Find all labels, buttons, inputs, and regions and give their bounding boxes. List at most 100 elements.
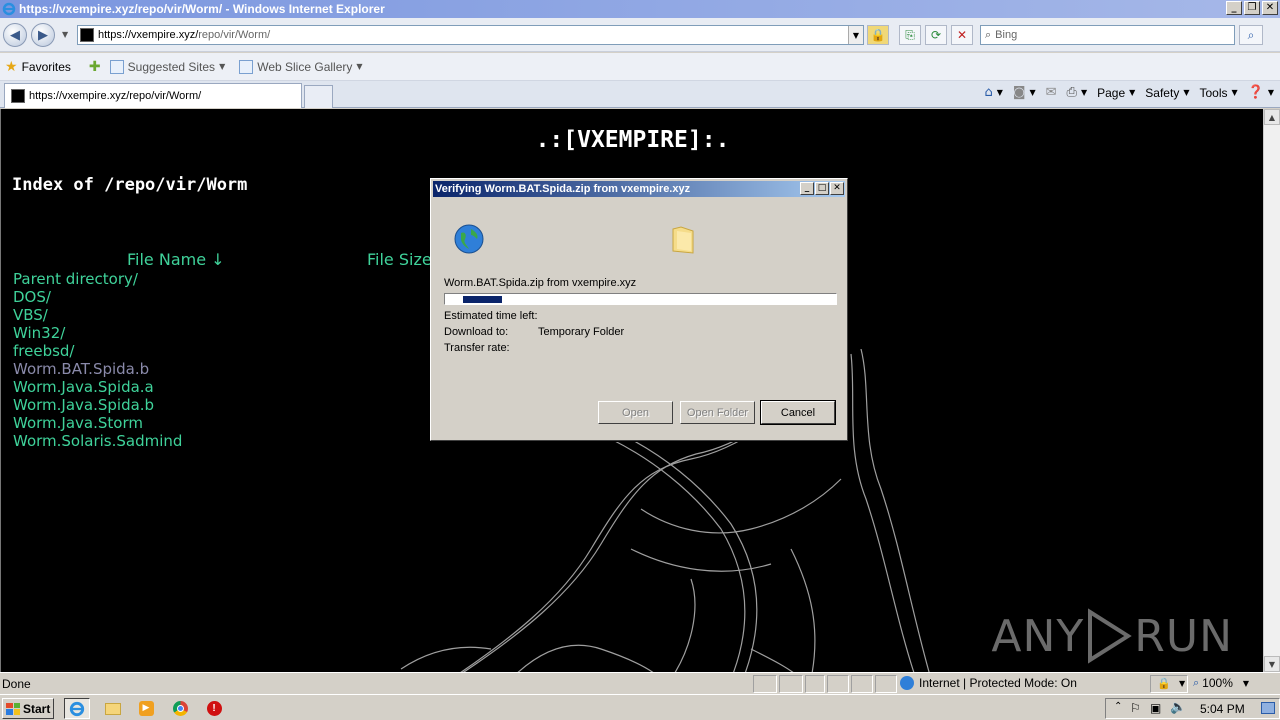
search-icon: ⌕ <box>985 28 992 41</box>
magnifier-icon: ⌕ <box>1247 27 1255 42</box>
list-item[interactable]: Worm.Java.Storm <box>13 414 182 432</box>
suggested-sites-button[interactable]: Suggested Sites ▼ <box>109 59 226 74</box>
watermark-right: RUN <box>1134 610 1233 662</box>
taskbar-security-app-button[interactable]: ! <box>201 698 227 719</box>
list-item[interactable]: Parent directory/ <box>13 270 182 288</box>
stop-icon[interactable]: ✕ <box>951 25 973 45</box>
minimize-button[interactable]: _ <box>1226 1 1242 15</box>
chevron-down-icon: ▼ <box>1080 88 1088 97</box>
scroll-down-button[interactable]: ▼ <box>1264 656 1280 672</box>
back-button[interactable]: ◀ <box>3 23 27 47</box>
taskbar-media-player-button[interactable]: ▶ <box>133 698 159 719</box>
tray-expand-icon[interactable]: ⌃ <box>1114 701 1122 712</box>
restore-button[interactable]: ❐ <box>1244 1 1260 15</box>
list-item[interactable]: VBS/ <box>13 306 182 324</box>
print-button[interactable]: ⎙ ▼ <box>1067 85 1088 100</box>
forward-arrow-icon: ▶ <box>38 27 48 43</box>
column-header-file-size[interactable]: File Size <box>367 250 432 269</box>
feeds-button[interactable]: ◙ ▼ <box>1013 85 1036 100</box>
dialog-minimize-button[interactable]: _ <box>800 182 814 195</box>
list-item[interactable]: Win32/ <box>13 324 182 342</box>
zoom-control[interactable]: ⌕ 100% ▼ <box>1193 676 1249 690</box>
chevron-down-icon: ▼ <box>1242 678 1250 688</box>
lock-icon[interactable]: 🔒 <box>867 25 889 45</box>
start-label: Start <box>23 701 51 716</box>
address-dropdown-icon[interactable]: ▼ <box>848 26 863 44</box>
taskbar-ie-button[interactable] <box>64 698 90 719</box>
estimated-time-label: Estimated time left: <box>444 310 538 322</box>
list-item[interactable]: freebsd/ <box>13 342 182 360</box>
file-listing: Parent directory/ DOS/ VBS/ Win32/ freeb… <box>13 270 182 450</box>
search-button[interactable]: ⌕ <box>1239 25 1263 45</box>
list-item[interactable]: Worm.BAT.Spida.b <box>13 360 182 378</box>
help-button[interactable]: ❓ ▼ <box>1248 85 1274 100</box>
taskbar: Start ▶ ! ⌃ ⚐ ▣ 🔈 5:04 PM <box>0 694 1280 720</box>
dialog-maximize-button[interactable]: □ <box>815 182 829 195</box>
web-slice-gallery-button[interactable]: Web Slice Gallery ▼ <box>239 59 363 74</box>
protected-mode-cell[interactable]: 🔒 ▼ <box>1150 675 1188 693</box>
new-tab-button[interactable] <box>304 85 333 108</box>
show-desktop-icon[interactable] <box>1261 702 1275 714</box>
network-icon[interactable]: ▣ <box>1150 701 1161 715</box>
vertical-scrollbar[interactable]: ▲ ▼ <box>1263 109 1280 672</box>
printer-icon: ⎙ <box>1066 85 1077 100</box>
status-cell <box>753 675 777 693</box>
tools-menu[interactable]: Tools ▼ <box>1199 86 1237 100</box>
dialog-titlebar: Verifying Worm.BAT.Spida.zip from vxempi… <box>433 181 845 197</box>
column-header-file-name[interactable]: File Name ↓ <box>127 250 225 269</box>
dialog-close-button[interactable]: ✕ <box>830 182 844 195</box>
globe-icon <box>454 224 484 254</box>
mail-button[interactable]: ✉ <box>1046 85 1057 100</box>
ie-icon <box>2 2 16 16</box>
cancel-button[interactable]: Cancel <box>760 400 836 425</box>
address-url: https://vxempire.xyz/repo/vir/Worm/ <box>98 29 270 41</box>
window-controls: _ ❐ ✕ <box>1226 1 1278 15</box>
refresh-icon[interactable]: ⟳ <box>925 25 947 45</box>
ie-page-icon <box>239 59 254 74</box>
search-input[interactable]: ⌕ Bing <box>980 25 1235 45</box>
list-item[interactable]: Worm.Java.Spida.b <box>13 396 182 414</box>
page-menu-label: Page <box>1097 85 1126 100</box>
taskbar-chrome-button[interactable] <box>167 698 193 719</box>
security-zone[interactable]: Internet | Protected Mode: On <box>900 676 1077 690</box>
download-to-row: Download to: Temporary Folder <box>444 326 624 338</box>
close-button[interactable]: ✕ <box>1262 1 1278 15</box>
address-toolbar: ◀ ▶ ▼ https://vxempire.xyz/repo/vir/Worm… <box>0 18 1280 52</box>
url-host: https://vxempire.xyz/ <box>98 29 199 41</box>
favorites-button[interactable]: ★ Favorites <box>5 59 71 75</box>
lock-small-icon: 🔒 <box>1157 677 1171 690</box>
home-button[interactable]: ⌂ ▼ <box>984 85 1002 100</box>
status-cell <box>875 675 897 693</box>
start-button[interactable]: Start <box>2 698 54 719</box>
safety-menu[interactable]: Safety ▼ <box>1145 86 1189 100</box>
chevron-down-icon: ▼ <box>1179 679 1186 688</box>
chevron-down-icon: ▼ <box>996 88 1003 97</box>
list-item[interactable]: DOS/ <box>13 288 182 306</box>
history-dropdown-icon[interactable]: ▼ <box>62 30 68 39</box>
list-item[interactable]: Worm.Java.Spida.a <box>13 378 182 396</box>
system-tray: ⌃ ⚐ ▣ 🔈 5:04 PM <box>1105 698 1280 719</box>
chevron-down-icon: ▼ <box>219 62 226 71</box>
open-button[interactable]: Open <box>598 401 673 424</box>
anyrun-watermark: ANY RUN <box>991 608 1233 664</box>
open-folder-button[interactable]: Open Folder <box>680 401 755 424</box>
tab-current[interactable]: https://vxempire.xyz/repo/vir/Worm/ <box>4 83 302 108</box>
compatibility-icon[interactable]: ⎘ <box>899 25 921 45</box>
windows-logo-icon <box>6 702 20 715</box>
scroll-up-button[interactable]: ▲ <box>1264 109 1280 125</box>
page-menu[interactable]: Page ▼ <box>1097 86 1135 100</box>
web-slice-gallery-label: Web Slice Gallery <box>257 59 353 74</box>
add-to-favorites-bar-button[interactable]: ✚ <box>89 59 105 75</box>
status-cell <box>805 675 825 693</box>
index-heading: Index of /repo/vir/Worm <box>12 175 248 195</box>
list-item[interactable]: Worm.Solaris.Sadmind <box>13 432 182 450</box>
taskbar-explorer-button[interactable] <box>100 698 126 719</box>
download-dialog: Verifying Worm.BAT.Spida.zip from vxempi… <box>430 178 848 441</box>
clock[interactable]: 5:04 PM <box>1200 702 1245 716</box>
action-center-flag-icon[interactable]: ⚐ <box>1130 701 1141 715</box>
chevron-down-icon: ▼ <box>1029 88 1036 97</box>
address-bar[interactable]: https://vxempire.xyz/repo/vir/Worm/ ▼ <box>77 25 864 45</box>
forward-button[interactable]: ▶ <box>31 23 55 47</box>
chevron-down-icon: ▼ <box>356 62 363 71</box>
volume-icon[interactable]: 🔈 <box>1170 700 1186 715</box>
